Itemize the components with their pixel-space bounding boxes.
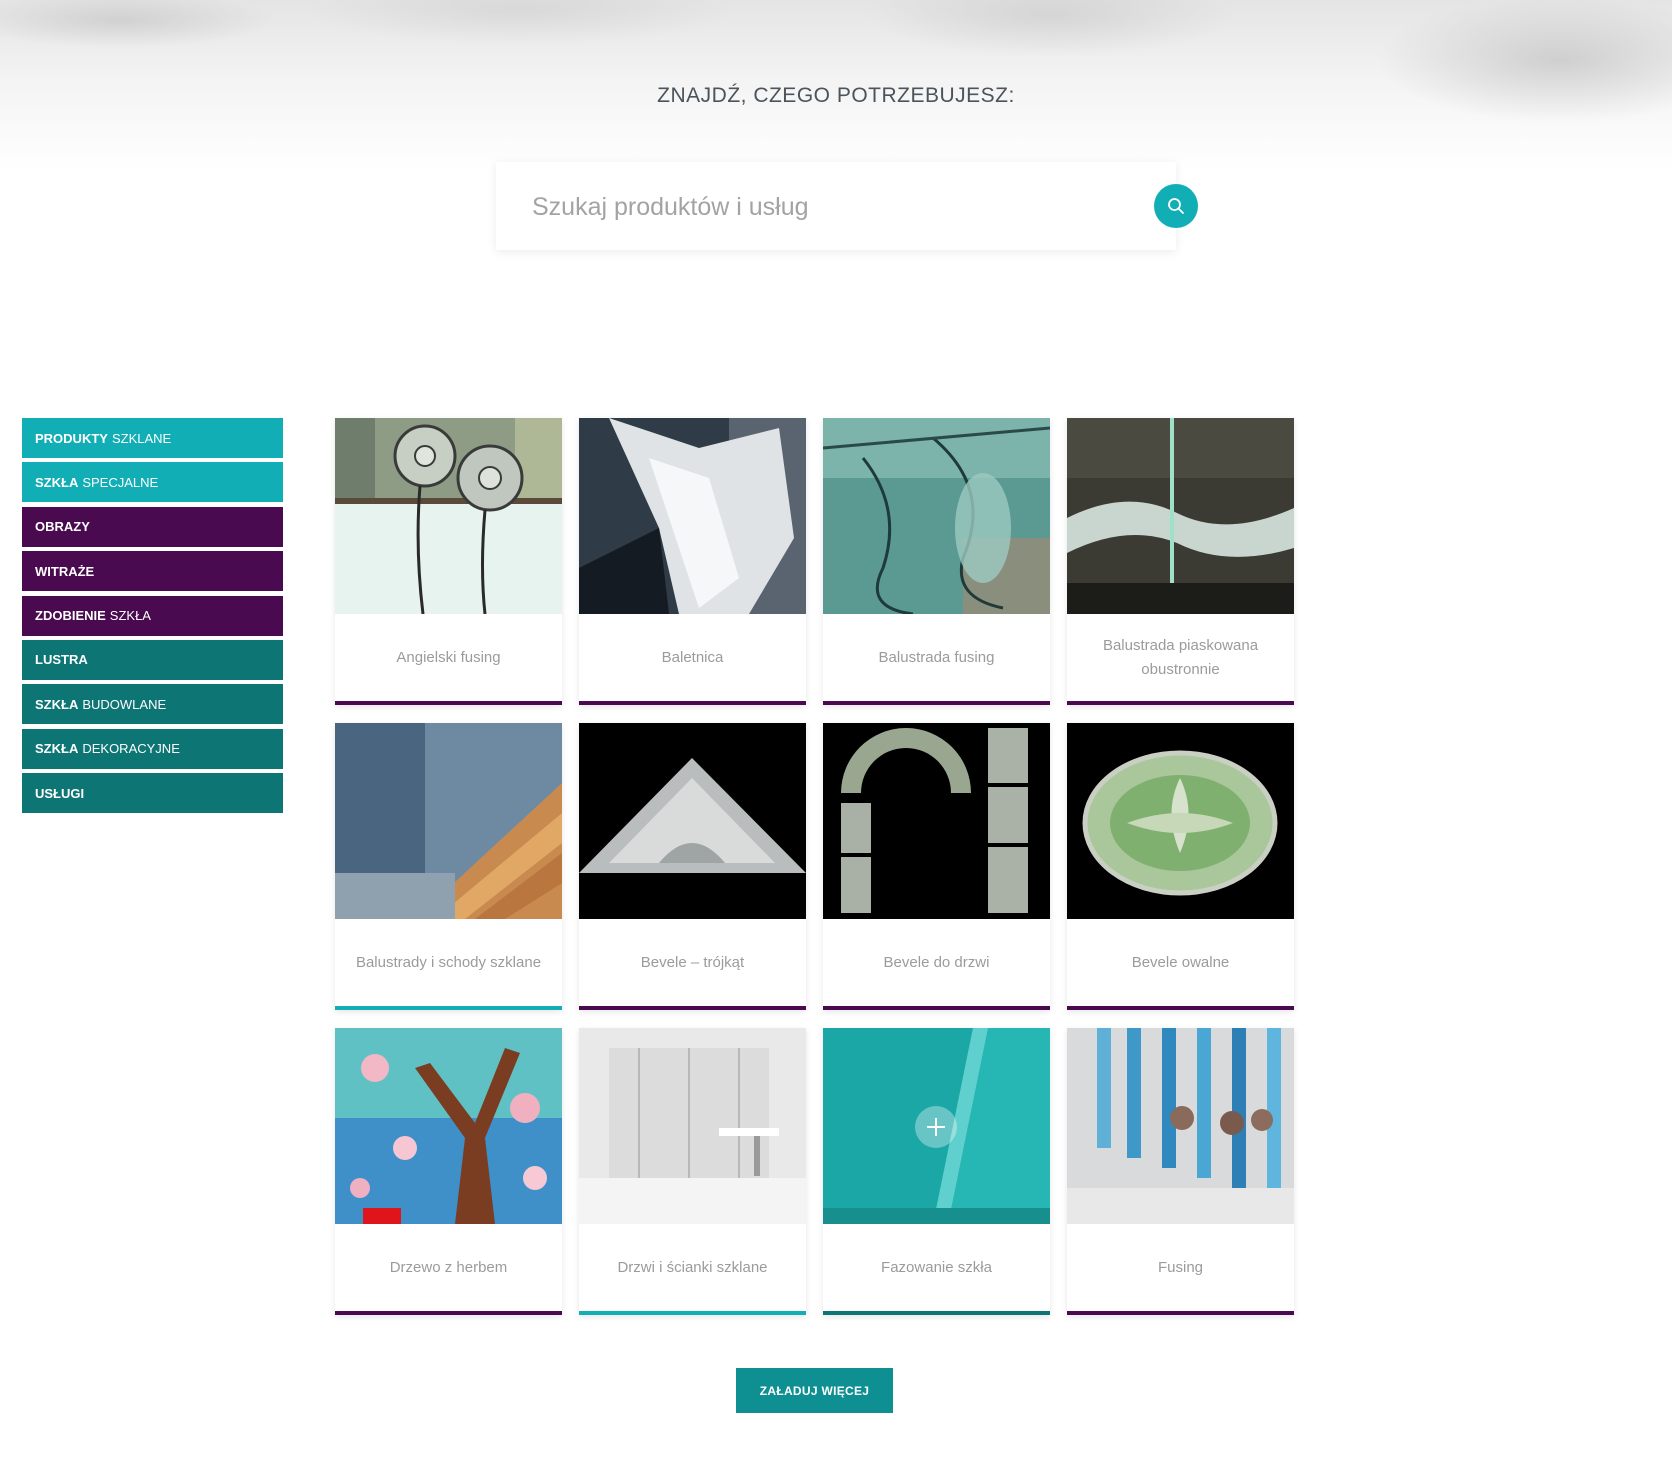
product-card[interactable]: Baletnica <box>579 418 806 705</box>
search-box <box>496 162 1176 250</box>
product-card[interactable]: Drzwi i ścianki szklane <box>579 1028 806 1315</box>
product-image <box>579 1028 806 1224</box>
product-image <box>579 418 806 614</box>
sidebar-item-witraze[interactable]: WITRAŻE <box>22 551 283 592</box>
product-image <box>823 723 1050 919</box>
load-more-button[interactable]: ZAŁADUJ WIĘCEJ <box>736 1368 893 1413</box>
sidebar-item-lustra[interactable]: LUSTRA <box>22 639 283 680</box>
product-image <box>1067 1028 1294 1224</box>
product-caption: Baletnica <box>661 648 724 666</box>
card-accent-bar <box>579 1311 806 1315</box>
product-image <box>823 1028 1050 1224</box>
product-image <box>1067 418 1294 614</box>
sidebar-item-obrazy[interactable]: OBRAZY <box>22 506 283 547</box>
product-image <box>1067 723 1294 919</box>
card-accent-bar <box>1067 1311 1294 1315</box>
product-image <box>579 723 806 919</box>
product-card[interactable]: Drzewo z herbem <box>335 1028 562 1315</box>
product-card[interactable]: Angielski fusing <box>335 418 562 705</box>
product-caption: Angielski fusing <box>396 648 501 666</box>
card-accent-bar <box>1067 701 1294 705</box>
page-title: ZNAJDŹ, CZEGO POTRZEBUJESZ: <box>657 84 1015 107</box>
card-accent-bar <box>823 701 1050 705</box>
sidebar-item-szkla-specjalne[interactable]: SZKŁA SPECJALNE <box>22 462 283 503</box>
sidebar-item-szkla-budowlane[interactable]: SZKŁA BUDOWLANE <box>22 684 283 725</box>
product-card[interactable]: Bevele – trójkąt <box>579 723 806 1010</box>
sidebar-item-zdobienie-szkla[interactable]: ZDOBIENIE SZKŁA <box>22 595 283 636</box>
product-caption: Fusing <box>1157 1258 1204 1276</box>
sidebar-item-uslugi[interactable]: USŁUGI <box>22 773 283 814</box>
product-image <box>823 418 1050 614</box>
card-accent-bar <box>823 1006 1050 1010</box>
product-caption: Drzewo z herbem <box>389 1258 508 1276</box>
card-accent-bar <box>335 1006 562 1010</box>
product-caption: Balustrady i schody szklane <box>355 953 542 971</box>
product-card[interactable]: Balustrada fusing <box>823 418 1050 705</box>
product-caption: Bevele do drzwi <box>883 953 990 971</box>
product-caption: Fazowanie szkła <box>881 1258 992 1276</box>
category-sidebar: PRODUKTY SZKLANE SZKŁA SPECJALNE OBRAZY WI… <box>22 418 283 818</box>
product-image <box>335 418 562 614</box>
search-input[interactable] <box>530 186 1094 228</box>
card-accent-bar <box>579 701 806 705</box>
expand-icon <box>915 1106 957 1148</box>
card-accent-bar <box>823 1311 1050 1315</box>
product-image <box>335 723 562 919</box>
sidebar-item-produkty-szklane[interactable]: PRODUKTY SZKLANE <box>22 418 283 458</box>
product-caption: Bevele owalne <box>1131 953 1230 971</box>
card-accent-bar <box>335 1311 562 1315</box>
product-caption: Drzwi i ścianki szklane <box>617 1258 768 1276</box>
card-accent-bar <box>1067 1006 1294 1010</box>
product-card[interactable]: Bevele do drzwi <box>823 723 1050 1010</box>
product-card[interactable]: Balustrady i schody szklane <box>335 723 562 1010</box>
product-caption: Bevele – trójkąt <box>640 953 745 971</box>
search-icon <box>1168 198 1184 214</box>
card-accent-bar <box>579 1006 806 1010</box>
product-card[interactable]: Balustrada piaskowana obustronnie <box>1067 418 1294 705</box>
product-card[interactable]: Fusing <box>1067 1028 1294 1315</box>
search-button[interactable] <box>1154 184 1198 228</box>
product-image <box>335 1028 562 1224</box>
product-card[interactable]: Fazowanie szkła <box>823 1028 1050 1315</box>
product-card[interactable]: Bevele owalne <box>1067 723 1294 1010</box>
card-accent-bar <box>335 701 562 705</box>
product-caption: Balustrada piaskowana obustronnie <box>1102 636 1259 678</box>
sidebar-item-szkla-dekoracyjne[interactable]: SZKŁA DEKORACYJNE <box>22 728 283 769</box>
product-caption: Balustrada fusing <box>878 648 995 666</box>
